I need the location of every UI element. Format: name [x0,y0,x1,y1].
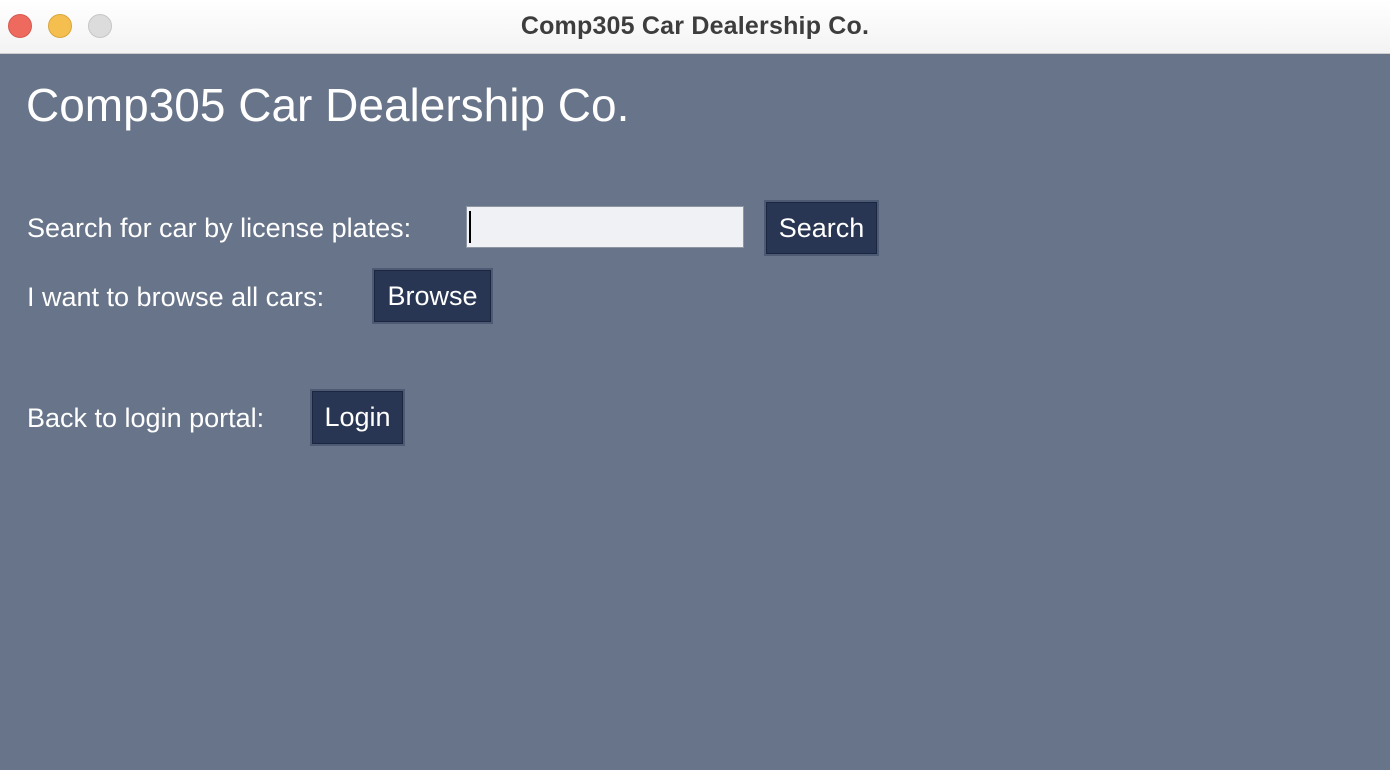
page-title: Comp305 Car Dealership Co. [26,79,630,131]
login-button[interactable]: Login [310,389,405,446]
license-plate-search-input[interactable] [466,206,744,248]
app-window: Comp305 Car Dealership Co. Comp305 Car D… [0,0,1390,770]
text-cursor [469,211,471,243]
title-bar: Comp305 Car Dealership Co. [0,0,1390,54]
browse-button[interactable]: Browse [372,268,493,324]
window-title: Comp305 Car Dealership Co. [520,12,870,40]
search-label: Search for car by license plates: [27,213,412,243]
search-button[interactable]: Search [764,200,879,256]
login-label: Back to login portal: [27,403,265,433]
browse-label: I want to browse all cars: [27,282,325,312]
